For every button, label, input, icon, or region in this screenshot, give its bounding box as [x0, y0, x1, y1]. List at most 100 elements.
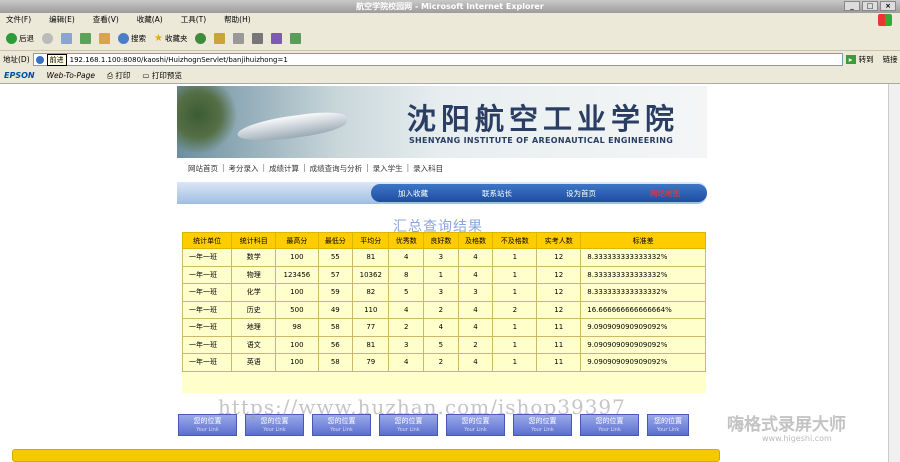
go-arrow-icon[interactable]: ▸ — [845, 55, 856, 64]
media-icon[interactable] — [195, 33, 207, 44]
links-button[interactable]: 链接 — [883, 54, 898, 65]
go-button[interactable]: 转到 — [859, 54, 874, 65]
cell: 16.666666666666664% — [580, 300, 706, 319]
link-en: Your Link — [263, 427, 286, 433]
menu-view[interactable]: 查看(V) — [93, 13, 119, 27]
print-icon[interactable] — [252, 33, 264, 44]
favorites-label: 收藏夹 — [164, 34, 188, 43]
cell: 一年一班 — [181, 300, 233, 319]
cell: 4 — [457, 353, 494, 372]
cell: 98 — [275, 318, 319, 337]
print-button[interactable]: ⎙ 打印 — [107, 70, 130, 81]
nav-score-calc[interactable]: 成绩计算 — [269, 163, 299, 174]
cell: 1 — [492, 265, 538, 284]
stop-icon[interactable] — [61, 33, 72, 44]
print-preview-button[interactable]: ▭ 打印预览 — [142, 70, 181, 81]
col-good: 良好数 — [423, 232, 459, 249]
home-icon[interactable] — [99, 33, 110, 44]
cell: 一年一班 — [181, 335, 233, 354]
cell: 3 — [423, 283, 459, 302]
table-row: 一年一班 语文 100 56 81 3 5 2 1 11 9.090909090909092% — [181, 335, 706, 354]
epson-logo: EPSON — [4, 71, 35, 80]
link-en: Your Link — [330, 427, 353, 433]
table-row: 一年一班 化学 100 59 82 5 3 3 1 12 8.333333333333332% — [181, 283, 706, 302]
maximize-button[interactable]: □ — [862, 1, 878, 11]
vertical-scrollbar[interactable] — [888, 84, 900, 462]
cell: 2 — [492, 300, 538, 319]
minimize-button[interactable]: _ — [844, 1, 860, 11]
contact-admin-link[interactable]: 联系站长 — [482, 188, 512, 199]
nav-score-query[interactable]: 成绩查询与分析 — [310, 163, 363, 174]
menu-favorites[interactable]: 收藏(A) — [137, 13, 163, 27]
cell: 8 — [388, 265, 425, 284]
table-row: 一年一班 历史 500 49 110 4 2 4 2 12 16.666666666666664% — [181, 300, 706, 319]
main-nav: 网站首页 | 考分录入 | 成绩计算 | 成绩查询与分析 | 录入学生 | 录入科目 — [188, 163, 443, 174]
cell: 1 — [492, 353, 538, 372]
link-en: Your Link — [464, 427, 487, 433]
cell: 2 — [423, 353, 459, 372]
add-favorite-link[interactable]: 加入收藏 — [398, 188, 428, 199]
link-en: Your Link — [598, 427, 621, 433]
preview-icon: ▭ — [142, 71, 152, 80]
address-label: 地址(D) — [3, 55, 30, 64]
nav-score-entry[interactable]: 考分录入 — [229, 163, 259, 174]
back-label: 后退 — [19, 34, 34, 43]
watermark-site: www.higeshi.com — [762, 434, 832, 443]
cell: 12 — [536, 300, 582, 319]
forward-icon[interactable] — [42, 33, 53, 44]
address-bar: 地址(D) 前进 192.168.1.100:8080/kaoshi/Huizh… — [0, 51, 900, 68]
back-button[interactable]: 后退 — [6, 33, 34, 44]
menu-edit[interactable]: 编辑(E) — [49, 13, 75, 27]
col-fail: 不及格数 — [492, 232, 538, 249]
sitemap-link[interactable]: 网站地图 — [650, 188, 680, 199]
nav-home[interactable]: 网站首页 — [188, 163, 218, 174]
mail-icon[interactable] — [233, 33, 245, 44]
link-en: Your Link — [397, 427, 420, 433]
cell: 一年一班 — [181, 265, 233, 284]
favorites-button[interactable]: ★ 收藏夹 — [154, 33, 187, 44]
cell: 1 — [492, 335, 538, 354]
watermark-brand: 嗨格式录屏大师 — [727, 415, 846, 435]
nav-add-student[interactable]: 录入学生 — [373, 163, 403, 174]
cell — [183, 371, 706, 393]
history-icon[interactable] — [214, 33, 226, 44]
nav-separator: | — [366, 163, 369, 172]
cell: 3 — [388, 335, 425, 354]
cell: 3 — [423, 248, 459, 267]
set-homepage-link[interactable]: 设为首页 — [566, 188, 596, 199]
col-max: 最高分 — [275, 232, 319, 249]
cell: 1 — [492, 283, 538, 302]
refresh-icon[interactable] — [80, 33, 91, 44]
address-field[interactable]: 前进 192.168.1.100:8080/kaoshi/HuizhognSer… — [32, 53, 843, 66]
col-subject: 统计科目 — [231, 232, 277, 249]
back-arrow-icon — [6, 33, 17, 44]
cell: 100 — [275, 353, 319, 372]
col-unit: 统计单位 — [181, 232, 233, 249]
cell: 9.090909090909092% — [580, 335, 706, 354]
cell: 100 — [275, 248, 319, 267]
your-link-button[interactable]: 您的位置 Your Link — [647, 414, 689, 436]
cell: 一年一班 — [181, 318, 233, 337]
menu-tools[interactable]: 工具(T) — [181, 13, 206, 27]
cell: 4 — [388, 248, 425, 267]
page-icon — [35, 55, 44, 64]
cell: 5 — [388, 283, 425, 302]
edit-icon[interactable] — [271, 33, 283, 44]
messenger-icon[interactable] — [290, 33, 302, 44]
nav-separator: | — [222, 163, 225, 172]
nav-add-subject[interactable]: 录入科目 — [413, 163, 443, 174]
quick-links-bar: 加入收藏 联系站长 设为首页 网站地图 — [371, 184, 707, 202]
table-empty-row — [183, 371, 706, 393]
menu-file[interactable]: 文件(F) — [6, 13, 31, 27]
cell: 82 — [352, 283, 390, 302]
menu-help[interactable]: 帮助(H) — [224, 13, 251, 27]
cell: 1 — [423, 265, 459, 284]
cell: 4 — [457, 318, 494, 337]
window-titlebar: 航空学院校园网 - Microsoft Internet Explorer _ … — [0, 0, 900, 13]
close-button[interactable]: × — [880, 1, 896, 11]
cell: 81 — [352, 248, 390, 267]
cell: 79 — [352, 353, 390, 372]
search-button[interactable]: 搜索 — [118, 33, 146, 44]
web-to-page-button[interactable]: Web-To-Page — [47, 71, 95, 80]
col-stddev: 标准差 — [580, 232, 706, 249]
